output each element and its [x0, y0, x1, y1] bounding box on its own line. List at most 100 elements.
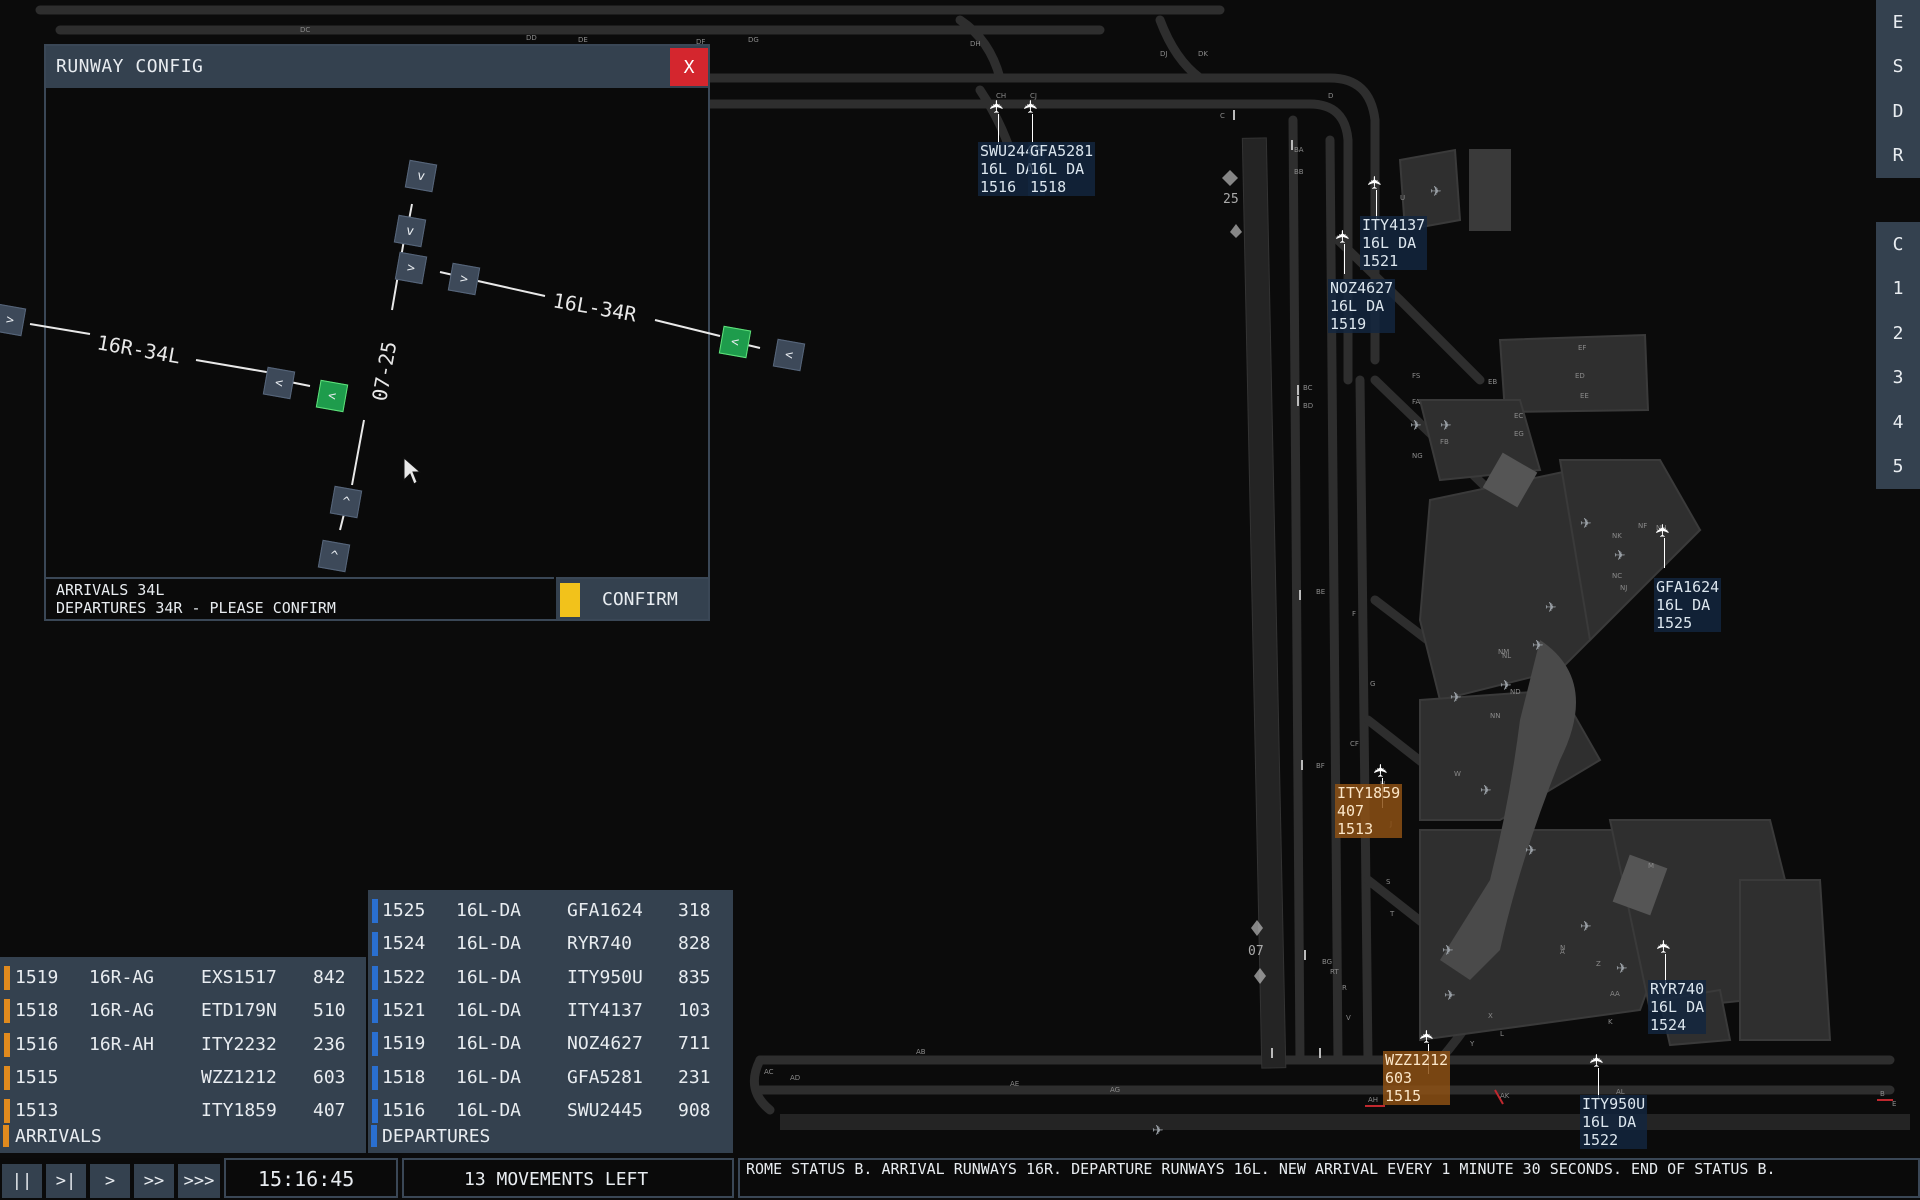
taxiway-label: M	[1648, 862, 1655, 870]
fast-button[interactable]: >>	[134, 1164, 174, 1198]
strip-callsign: NOZ4627	[567, 1033, 643, 1055]
svg-text:✈: ✈	[1614, 548, 1626, 564]
flight-tag-ity4137[interactable]: ITY4137 16L DA 1521	[1360, 216, 1428, 270]
strip-time: 1519	[382, 1033, 426, 1055]
taxiway-label: L	[1500, 1030, 1504, 1038]
aircraft-leader-line	[998, 114, 999, 144]
tag-time: 1515	[1385, 1087, 1422, 1105]
step-button[interactable]: >|	[46, 1164, 86, 1198]
rwy-34l-selected-button[interactable]: <	[315, 379, 349, 413]
pause-button[interactable]: ||	[2, 1164, 42, 1198]
flight-tag-ity1859[interactable]: ITY1859 407 1513	[1335, 784, 1403, 838]
taxiway-label: BA	[1294, 146, 1304, 154]
taxiway-label: BF	[1316, 762, 1325, 770]
flight-tag-gfa1624[interactable]: GFA1624 16L DA 1525	[1654, 578, 1722, 632]
aircraft-icon[interactable]: ✈	[1653, 523, 1674, 538]
rwy-07-bottom-button[interactable]: ^	[317, 539, 351, 573]
departure-strip[interactable]: 1525 16L-DA GFA1624 318	[368, 894, 733, 927]
menu-r-button[interactable]: R	[1876, 134, 1920, 179]
rwy-16l-departure-button[interactable]: >	[447, 262, 481, 296]
departure-strip[interactable]: 1518 16L-DA GFA5281 231	[368, 1061, 733, 1094]
strip-rwy: 16R-AG	[89, 967, 155, 988]
taxiway-label: G	[1370, 680, 1376, 688]
strip-callsign: ITY2232	[201, 1033, 277, 1055]
tag-info: 16L DA	[1656, 596, 1711, 614]
strip-num: 510	[313, 1000, 346, 1022]
aircraft-icon[interactable]: ✈	[1365, 175, 1386, 190]
flight-tag-ryr740[interactable]: RYR740 16L DA 1524	[1648, 980, 1707, 1034]
movements-left: 13 MOVEMENTS LEFT	[464, 1169, 649, 1190]
taxiway-label: AK	[1500, 1092, 1510, 1100]
flight-tag-gfa5281[interactable]: GFA5281 16L DA 1518	[1028, 142, 1096, 196]
strip-status-bar	[372, 1065, 378, 1090]
strip-status-bar	[372, 965, 378, 990]
flight-tag-noz4627[interactable]: NOZ4627 16L DA 1519	[1328, 279, 1396, 333]
aircraft-icon[interactable]: ✈	[987, 99, 1008, 114]
aircraft-icon[interactable]: ✈	[1371, 763, 1392, 778]
menu-c-button[interactable]: C	[1876, 222, 1920, 267]
menu-5-button[interactable]: 5	[1876, 445, 1920, 490]
menu-e-button[interactable]: E	[1876, 0, 1920, 45]
arrival-strip[interactable]: 1519 16R-AG EXS1517 842	[0, 961, 366, 994]
tag-info: 16L DA	[1582, 1113, 1637, 1131]
rwy-34l-arrival-button[interactable]: <	[262, 366, 296, 400]
strip-status-bar	[372, 899, 378, 923]
rwy-34r-selected-button[interactable]: <	[718, 325, 752, 359]
arrival-strip[interactable]: 1516 16R-AH ITY2232 236	[0, 1028, 366, 1061]
menu-1-button[interactable]: 1	[1876, 267, 1920, 312]
rwy-07-up-button[interactable]: ^	[329, 485, 363, 519]
svg-text:✈: ✈	[1480, 783, 1492, 799]
departure-strip[interactable]: 1521 16L-DA ITY4137 103	[368, 994, 733, 1027]
taxiway-label: AH	[1368, 1096, 1379, 1104]
menu-4-button[interactable]: 4	[1876, 400, 1920, 445]
strip-status-bar	[372, 1032, 378, 1057]
arrival-strip[interactable]: 1518 16R-AG ETD179N 510	[0, 994, 366, 1027]
rwy-25-down-button[interactable]: v	[393, 214, 427, 248]
aircraft-icon[interactable]: ✈	[1417, 1029, 1438, 1044]
strip-status-bar	[4, 1099, 10, 1124]
menu-3-button[interactable]: 3	[1876, 356, 1920, 401]
aircraft-leader-line	[1032, 114, 1033, 144]
arrival-strip[interactable]: 1513 ITY1859 407	[0, 1094, 366, 1127]
flight-tag-ity950u[interactable]: ITY950U 16L DA 1522	[1580, 1095, 1648, 1149]
taxiway-label: F	[1352, 610, 1357, 618]
tag-callsign: GFA1624	[1656, 578, 1720, 596]
fastest-button[interactable]: >>>	[178, 1164, 220, 1198]
strip-time: 1519	[15, 967, 59, 988]
side-menu-top: E S D R	[1876, 0, 1920, 178]
departure-strip[interactable]: 1516 16L-DA SWU2445 908	[368, 1094, 733, 1127]
taxiway-label: FS	[1412, 372, 1421, 380]
taxiway-label: D	[1328, 92, 1334, 100]
svg-text:✈: ✈	[1616, 961, 1628, 977]
aircraft-icon[interactable]: ✈	[1587, 1053, 1608, 1068]
runway-25-label: 25	[1223, 192, 1239, 207]
taxiway-label: NN	[1490, 712, 1501, 720]
rwy-34r-left-button[interactable]: <	[772, 338, 806, 372]
menu-2-button[interactable]: 2	[1876, 311, 1920, 356]
strip-time: 1516	[382, 1099, 426, 1121]
strip-status-bar	[4, 966, 10, 990]
menu-d-button[interactable]: D	[1876, 89, 1920, 134]
strip-callsign: EXS1517	[201, 967, 277, 988]
departure-strip[interactable]: 1524 16L-DA RYR740 828	[368, 927, 733, 960]
tag-time: 1522	[1582, 1131, 1619, 1149]
aircraft-icon[interactable]: ✈	[1021, 99, 1042, 114]
svg-text:✈: ✈	[1410, 418, 1422, 434]
departure-strip[interactable]: 1522 16L-DA ITY950U 835	[368, 961, 733, 994]
taxiway-label: S	[1386, 878, 1391, 886]
aircraft-icon[interactable]: ✈	[1654, 939, 1675, 954]
flight-tag-wzz1212[interactable]: WZZ1212 603 1515	[1383, 1051, 1451, 1105]
taxiway-label: AA	[1610, 990, 1620, 998]
menu-s-button[interactable]: S	[1876, 45, 1920, 90]
departure-strip[interactable]: 1519 16L-DA NOZ4627 711	[368, 1027, 733, 1060]
aircraft-icon[interactable]: ✈	[1333, 229, 1354, 244]
strip-time: 1513	[15, 1100, 59, 1122]
taxiway-label: BB	[1294, 168, 1304, 176]
strip-time: 1521	[382, 999, 426, 1021]
rwy-16l-right-button[interactable]: >	[394, 251, 428, 285]
play-button[interactable]: >	[90, 1164, 130, 1198]
taxiway-label: AE	[1010, 1080, 1020, 1088]
rwy-25-top-button[interactable]: v	[404, 159, 438, 193]
runway-label-16r-34l: 16R-34L	[95, 330, 182, 368]
arrival-strip[interactable]: 1515 WZZ1212 603	[0, 1061, 366, 1094]
